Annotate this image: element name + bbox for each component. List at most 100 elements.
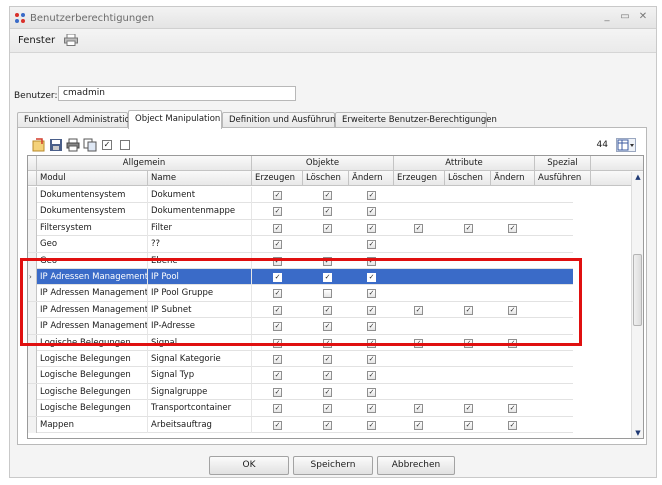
checkbox-attr-erzeugen[interactable]: ✓ (414, 305, 423, 315)
checkbox-attr-aendern[interactable]: ✓ (508, 305, 517, 315)
table-row[interactable]: Logische Belegungen Signal Kategorie ✓ ✓ ✓ (28, 351, 573, 368)
table-row[interactable]: Geo Ebene ✓ ✓ ✓ (28, 252, 573, 269)
checkbox-erzeugen[interactable]: ✓ (273, 404, 282, 414)
checkbox-loeschen[interactable]: ✓ (323, 223, 332, 233)
checkbox-loeschen[interactable]: ✓ (323, 256, 332, 266)
cell-modul[interactable]: Geo (37, 252, 148, 269)
cell-modul[interactable]: Filtersystem (37, 219, 148, 236)
col-header-modul[interactable]: Modul (37, 171, 148, 186)
checkbox-erzeugen[interactable]: ✓ (273, 338, 282, 348)
user-field[interactable]: cmadmin (58, 86, 296, 101)
cell-modul[interactable]: IP Adressen Management (37, 318, 148, 335)
checkbox-aendern[interactable]: ✓ (367, 256, 376, 266)
checkbox-aendern[interactable]: ✓ (367, 322, 376, 332)
checkbox-loeschen[interactable]: ✓ (323, 207, 332, 217)
table-row[interactable]: Logische Belegungen Signal Typ ✓ ✓ ✓ (28, 367, 573, 384)
table-row[interactable]: IP Adressen Management IP Subnet ✓ ✓ ✓ ✓ ✓ ✓ (28, 301, 573, 319)
checkbox-erzeugen[interactable]: ✓ (273, 289, 282, 299)
checkbox-erzeugen[interactable]: ✓ (273, 305, 282, 315)
col-header-attr-erzeugen[interactable]: Erzeugen (394, 171, 445, 186)
table-row[interactable]: Logische Belegungen Signal ✓ ✓ ✓ ✓ ✓ ✓ (28, 334, 573, 351)
cell-modul[interactable]: Dokumentensystem (37, 187, 148, 203)
table-row[interactable]: Logische Belegungen Signalgruppe ✓ ✓ ✓ (28, 383, 573, 401)
checkbox-aendern[interactable]: ✓ (367, 191, 376, 200)
table-row[interactable]: IP Adressen Management IP Pool Gruppe ✓ ✓ (28, 285, 573, 302)
row-indicator[interactable] (28, 334, 37, 351)
checkbox-aendern[interactable]: ✓ (367, 289, 376, 299)
scroll-down-icon[interactable]: ▼ (632, 428, 643, 438)
checkbox-loeschen[interactable]: ✓ (323, 273, 332, 282)
checkbox-loeschen[interactable]: ✓ (323, 191, 332, 200)
checkbox-aendern[interactable]: ✓ (367, 223, 376, 233)
checkbox-erzeugen[interactable]: ✓ (273, 256, 282, 266)
cell-name[interactable]: Filter (148, 219, 252, 236)
check-all-checkbox[interactable]: ✓ (102, 140, 112, 150)
row-indicator[interactable] (28, 203, 37, 220)
table-row[interactable]: Geo?? ✓ ✓ (28, 236, 573, 253)
row-indicator[interactable] (28, 236, 37, 253)
close-icon[interactable]: ✕ (636, 10, 650, 24)
row-indicator[interactable] (28, 301, 37, 318)
row-indicator[interactable] (28, 187, 37, 203)
table-row[interactable]: Dokumentensystem Dokumentenmappe ✓ ✓ ✓ (28, 203, 573, 220)
checkbox-attr-loeschen[interactable]: ✓ (464, 404, 473, 414)
checkbox-erzeugen[interactable]: ✓ (273, 420, 282, 430)
col-header-loeschen[interactable]: Löschen (303, 171, 349, 186)
cell-name[interactable]: IP Pool (148, 269, 252, 285)
cell-modul[interactable]: IP Adressen Management (37, 269, 148, 285)
uncheck-all-checkbox[interactable] (120, 140, 130, 150)
cell-name[interactable]: Signal Typ (148, 367, 252, 384)
table-row[interactable]: › IP Adressen Management IP Pool ✓ ✓ ✓ (28, 269, 573, 286)
checkbox-loeschen[interactable] (323, 289, 332, 299)
row-indicator[interactable] (28, 416, 37, 433)
print-icon[interactable] (66, 138, 80, 152)
checkbox-loeschen[interactable]: ✓ (323, 355, 332, 364)
cell-name[interactable]: Dokument (148, 187, 252, 203)
row-indicator[interactable] (28, 318, 37, 335)
checkbox-attr-loeschen[interactable]: ✓ (464, 305, 473, 315)
checkbox-erzeugen[interactable]: ✓ (273, 371, 282, 381)
cell-modul[interactable]: Mappen (37, 416, 148, 433)
checkbox-erzeugen[interactable]: ✓ (273, 191, 282, 200)
col-header-name[interactable]: Name (148, 171, 252, 186)
table-row[interactable]: Mappen Arbeitsauftrag ✓ ✓ ✓ ✓ ✓ ✓ (28, 416, 573, 433)
scroll-thumb[interactable] (633, 254, 642, 326)
checkbox-erzeugen[interactable]: ✓ (273, 207, 282, 217)
cell-name[interactable]: Transportcontainer (148, 400, 252, 417)
cell-name[interactable]: IP-Adresse (148, 318, 252, 335)
row-indicator[interactable] (28, 400, 37, 417)
cell-modul[interactable]: Logische Belegungen (37, 400, 148, 417)
col-header-attr-aendern[interactable]: Ändern (491, 171, 535, 186)
checkbox-erzeugen[interactable]: ✓ (273, 223, 282, 233)
checkbox-attr-aendern[interactable]: ✓ (508, 404, 517, 414)
checkbox-loeschen[interactable]: ✓ (323, 404, 332, 414)
minimize-icon[interactable]: _ (600, 10, 614, 24)
checkbox-erzeugen[interactable]: ✓ (273, 387, 282, 397)
row-indicator[interactable] (28, 351, 37, 367)
cell-modul[interactable]: Geo (37, 236, 148, 253)
checkbox-loeschen[interactable]: ✓ (323, 371, 332, 381)
export-icon[interactable] (32, 138, 46, 152)
cell-modul[interactable]: Logische Belegungen (37, 367, 148, 384)
checkbox-erzeugen[interactable]: ✓ (273, 240, 282, 250)
scroll-up-icon[interactable]: ▲ (632, 172, 643, 182)
col-header-attr-loeschen[interactable]: Löschen (445, 171, 491, 186)
table-row[interactable]: Filtersystem Filter ✓ ✓ ✓ ✓ ✓ ✓ (28, 219, 573, 237)
checkbox-attr-loeschen[interactable]: ✓ (464, 223, 473, 233)
table-row[interactable]: Logische Belegungen Transportcontainer ✓ ✓ ✓… (28, 400, 573, 417)
row-indicator[interactable] (28, 285, 37, 302)
checkbox-attr-loeschen[interactable]: ✓ (464, 420, 473, 430)
menu-fenster[interactable]: Fenster (18, 35, 55, 46)
ok-button[interactable]: OK (209, 456, 289, 475)
checkbox-loeschen[interactable]: ✓ (323, 338, 332, 348)
tab-object-manipulation[interactable]: Object Manipulation (128, 110, 222, 129)
checkbox-aendern[interactable]: ✓ (367, 338, 376, 348)
save-icon[interactable] (49, 138, 63, 152)
cell-name[interactable]: Ebene (148, 252, 252, 269)
maximize-icon[interactable]: ▭ (618, 10, 632, 24)
checkbox-aendern[interactable]: ✓ (367, 404, 376, 414)
col-header-aendern[interactable]: Ändern (349, 171, 394, 186)
cell-name[interactable]: Signal Kategorie (148, 351, 252, 367)
cell-modul[interactable]: Dokumentensystem (37, 203, 148, 220)
row-indicator[interactable] (28, 383, 37, 400)
